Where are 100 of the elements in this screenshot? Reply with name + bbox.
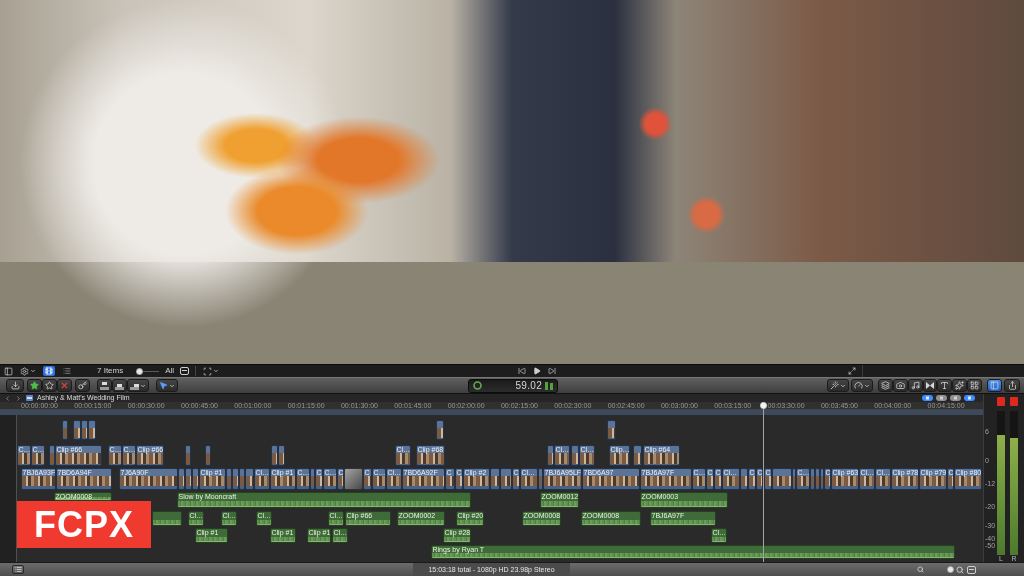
favorite-button[interactable]	[27, 379, 42, 392]
zoom-in-icon[interactable]	[956, 565, 964, 574]
video-clip[interactable]	[239, 468, 245, 490]
panel-icon	[990, 381, 999, 390]
toggle-icon[interactable]	[936, 395, 947, 401]
video-clip[interactable]	[49, 445, 55, 466]
audio-clip[interactable]	[152, 511, 182, 526]
close-icon	[60, 381, 69, 390]
video-clip[interactable]	[271, 445, 278, 466]
skip-back-icon[interactable]	[518, 367, 526, 375]
action-menu-button[interactable]	[19, 365, 37, 377]
view-toggle-button[interactable]	[43, 366, 55, 376]
import-button[interactable]	[6, 379, 24, 392]
photos-browser-button[interactable]	[893, 379, 908, 392]
video-clip[interactable]	[88, 420, 96, 440]
share-button[interactable]	[1004, 379, 1020, 392]
frame-icon	[203, 366, 213, 376]
playhead-marker[interactable]	[760, 402, 767, 409]
panel-icon[interactable]	[180, 367, 190, 375]
inspector-toggle[interactable]	[987, 379, 1002, 392]
retime-button[interactable]	[851, 379, 873, 392]
timecode-display: 59.02	[515, 379, 542, 392]
text-icon	[940, 381, 949, 390]
video-clip[interactable]	[500, 468, 512, 490]
list-icon	[63, 367, 71, 375]
zoom-out-icon[interactable]	[917, 566, 924, 573]
logo-badge: FCPX	[17, 501, 151, 548]
video-clip[interactable]	[226, 468, 232, 490]
video-clip[interactable]	[245, 468, 254, 490]
list-icon	[14, 566, 22, 573]
video-clip[interactable]	[81, 420, 88, 440]
gauge-icon	[854, 381, 863, 390]
unrate-button[interactable]	[42, 379, 57, 392]
star-icon	[45, 381, 54, 390]
back-icon[interactable]	[4, 394, 11, 402]
skip-forward-icon[interactable]	[548, 367, 556, 375]
append-button[interactable]	[127, 379, 149, 392]
timeline-index-button[interactable]	[12, 565, 24, 574]
video-clip[interactable]	[232, 468, 239, 490]
video-clip[interactable]	[633, 445, 642, 466]
video-clip[interactable]	[490, 468, 500, 490]
transitions-button[interactable]	[923, 379, 937, 392]
insert-button[interactable]	[112, 379, 127, 392]
enhance-button[interactable]	[827, 379, 849, 392]
video-clip[interactable]	[278, 445, 285, 466]
video-clip[interactable]	[192, 468, 199, 490]
caret-icon	[840, 382, 846, 389]
caret-icon	[30, 368, 36, 374]
video-clip[interactable]	[185, 468, 192, 490]
toggle-icon[interactable]	[964, 395, 975, 401]
video-clip[interactable]	[436, 420, 444, 440]
reject-button[interactable]	[57, 379, 72, 392]
filter-button[interactable]: All	[165, 366, 175, 376]
caret-icon	[140, 382, 146, 389]
titles-button[interactable]	[937, 379, 952, 392]
video-clip[interactable]	[547, 445, 554, 466]
video-clip[interactable]	[185, 445, 191, 466]
layers-icon	[881, 381, 890, 390]
themes-button[interactable]	[967, 379, 982, 392]
forward-icon[interactable]	[15, 394, 22, 402]
grid-icon	[970, 381, 979, 390]
video-clip[interactable]	[607, 420, 616, 440]
view-options-button[interactable]	[202, 365, 221, 377]
pointer-icon	[159, 381, 168, 390]
music-browser-button[interactable]	[908, 379, 923, 392]
video-clip[interactable]	[205, 445, 211, 466]
connect-button[interactable]	[97, 379, 112, 392]
video-clip[interactable]	[740, 468, 748, 490]
clip-size-slider[interactable]	[137, 367, 160, 375]
clip-icon	[115, 381, 124, 390]
star-icon	[30, 381, 39, 390]
select-tool-button[interactable]	[156, 379, 178, 392]
caret-icon	[864, 382, 870, 389]
slider-thumb[interactable]	[135, 367, 143, 375]
toggle-icon[interactable]	[950, 395, 961, 401]
video-clip[interactable]	[571, 445, 579, 466]
play-icon[interactable]	[533, 367, 541, 375]
generator-clip[interactable]	[344, 468, 363, 490]
toggle-icon[interactable]	[922, 395, 933, 401]
download-icon	[10, 381, 20, 390]
sidebar-icon[interactable]	[4, 366, 13, 376]
sparkle-icon	[955, 381, 964, 390]
clip-icon	[130, 381, 139, 390]
view-toggle-button[interactable]	[61, 366, 73, 376]
video-clip[interactable]	[772, 468, 792, 490]
caret-icon	[213, 368, 220, 374]
media-browser-button[interactable]	[878, 379, 893, 392]
keyword-button[interactable]	[75, 379, 90, 392]
video-clip[interactable]	[62, 420, 68, 440]
level-bars-icon	[545, 381, 553, 390]
bowtie-icon	[926, 382, 934, 389]
video-clip[interactable]	[73, 420, 81, 440]
slider-thumb[interactable]	[946, 566, 954, 573]
generators-button[interactable]	[952, 379, 967, 392]
caret-icon	[169, 382, 175, 389]
gear-icon	[20, 366, 29, 376]
clip-appearance-icon[interactable]	[967, 565, 976, 574]
fullscreen-icon[interactable]	[848, 367, 856, 375]
video-clip[interactable]	[178, 468, 185, 490]
camera-icon	[896, 381, 905, 390]
